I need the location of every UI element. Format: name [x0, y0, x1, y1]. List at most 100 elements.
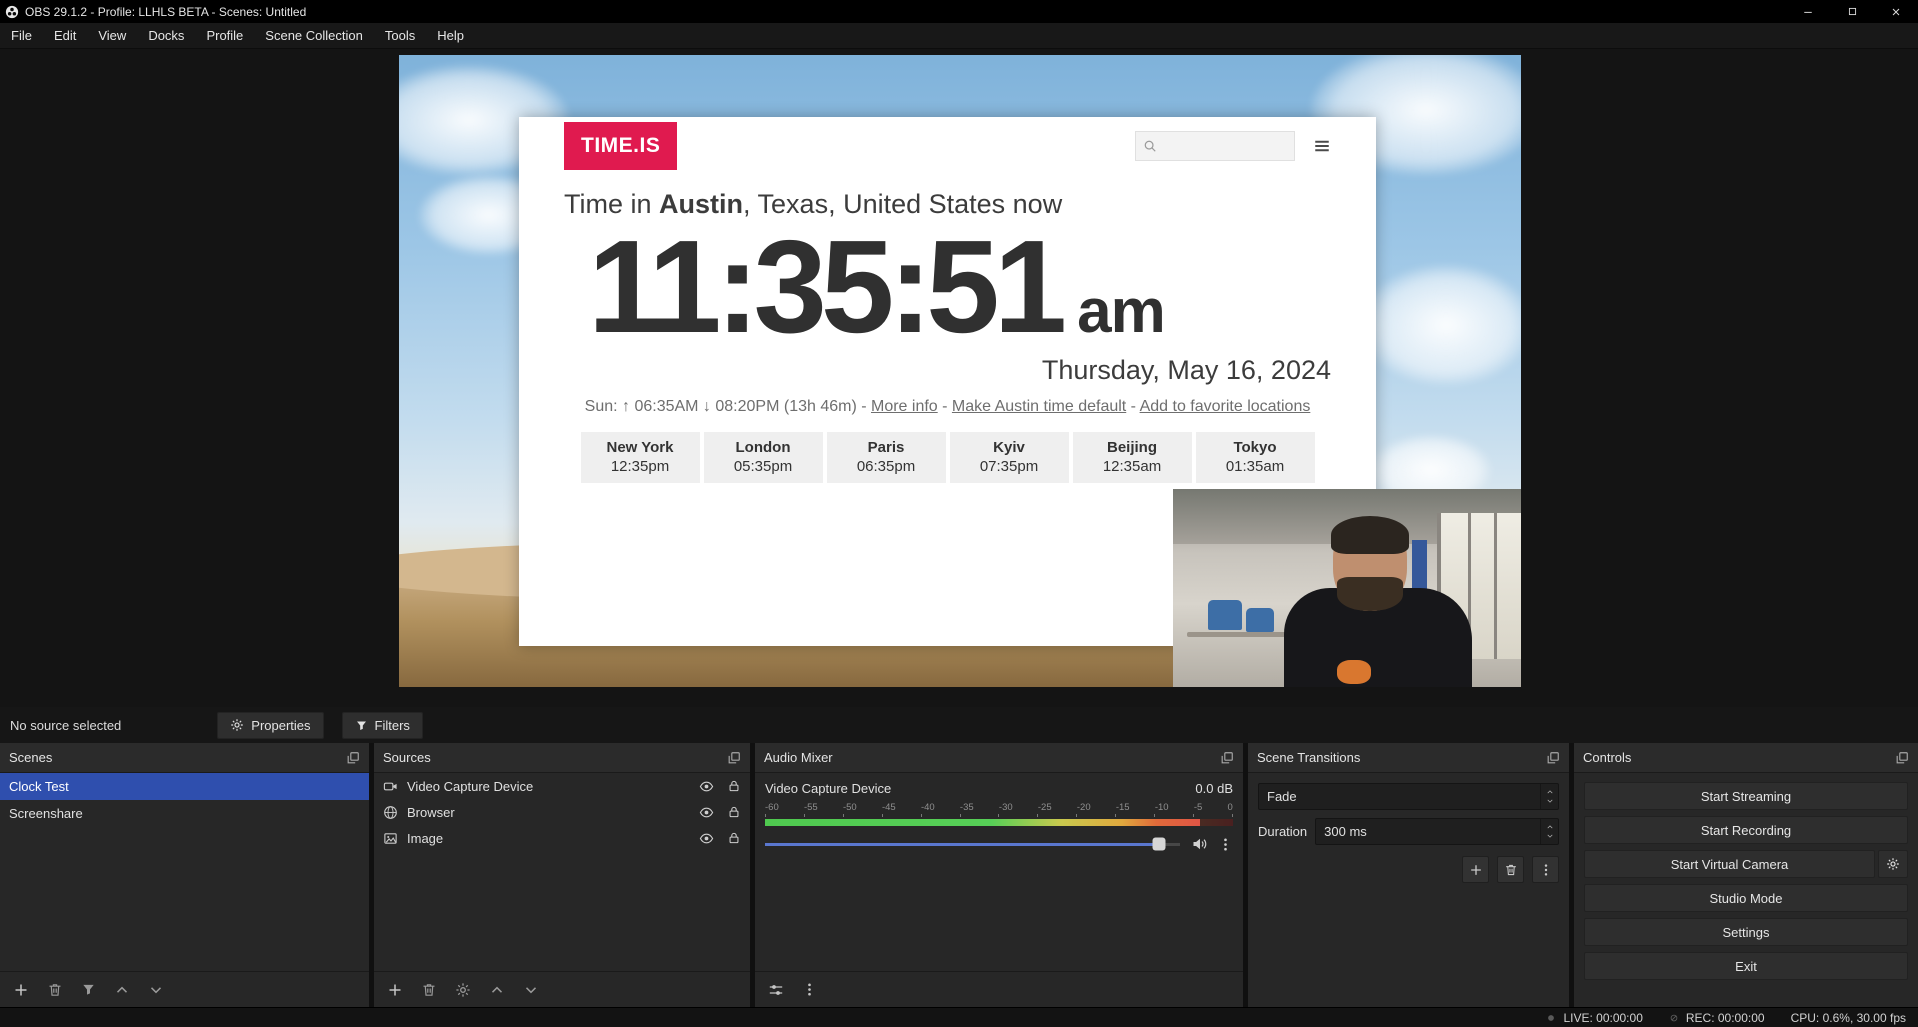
- scene-item-clock-test[interactable]: Clock Test: [0, 773, 369, 800]
- popout-icon[interactable]: [346, 751, 360, 765]
- visibility-toggle-icon[interactable]: [699, 831, 714, 846]
- lock-toggle-icon[interactable]: [727, 779, 741, 793]
- lock-toggle-icon[interactable]: [727, 805, 741, 819]
- city-name: Tokyo: [1196, 439, 1315, 456]
- visibility-toggle-icon[interactable]: [699, 805, 714, 820]
- source-label: Browser: [407, 805, 455, 820]
- sources-dock-header[interactable]: Sources: [374, 743, 750, 773]
- properties-label: Properties: [251, 718, 310, 733]
- remove-source-button[interactable]: [421, 982, 437, 998]
- city-time: 07:35pm: [950, 458, 1069, 475]
- menu-profile[interactable]: Profile: [195, 23, 254, 48]
- virtual-camera-settings-button[interactable]: [1878, 850, 1908, 878]
- close-button[interactable]: [1874, 0, 1918, 23]
- settings-button[interactable]: Settings: [1584, 918, 1908, 946]
- maximize-button[interactable]: [1830, 0, 1874, 23]
- start-virtual-camera-button[interactable]: Start Virtual Camera: [1584, 850, 1875, 878]
- controls-body: Start Streaming Start Recording Start Vi…: [1574, 773, 1918, 1007]
- move-source-up-button[interactable]: [489, 982, 505, 998]
- cloud: [1361, 265, 1521, 385]
- transitions-dock-header[interactable]: Scene Transitions: [1248, 743, 1569, 773]
- popout-icon[interactable]: [1895, 751, 1909, 765]
- menu-docks[interactable]: Docks: [137, 23, 195, 48]
- menu-view[interactable]: View: [87, 23, 137, 48]
- city-box: New York 12:35pm: [581, 432, 700, 483]
- volume-slider[interactable]: [765, 843, 1180, 846]
- popout-icon[interactable]: [727, 751, 741, 765]
- scenes-dock-title: Scenes: [9, 750, 52, 765]
- cpu-fps-stats: CPU: 0.6%, 30.00 fps: [1791, 1011, 1906, 1025]
- db-tick-label: -10: [1155, 802, 1169, 813]
- speaker-icon[interactable]: [1191, 836, 1207, 852]
- remove-transition-button[interactable]: [1497, 856, 1524, 883]
- db-tick-label: -60: [765, 802, 779, 813]
- transition-properties-button[interactable]: [1532, 856, 1559, 883]
- chevron-down-icon: [1546, 832, 1554, 840]
- preview-canvas[interactable]: TIME.IS Time in Austin, Texas, United St…: [399, 55, 1521, 687]
- menu-file[interactable]: File: [0, 23, 43, 48]
- source-properties-button[interactable]: [455, 982, 471, 998]
- move-scene-up-button[interactable]: [114, 982, 130, 998]
- filters-button[interactable]: Filters: [342, 712, 423, 739]
- audio-mixer-dock-header[interactable]: Audio Mixer: [755, 743, 1243, 773]
- scenes-dock-header[interactable]: Scenes: [0, 743, 369, 773]
- duration-field[interactable]: 300 ms: [1315, 818, 1559, 845]
- performance-stats: CPU: 0.6%, 30.00 fps: [1791, 1011, 1906, 1025]
- start-recording-button[interactable]: Start Recording: [1584, 816, 1908, 844]
- duration-stepper[interactable]: [1540, 819, 1558, 844]
- mixer-menu-button[interactable]: [802, 982, 817, 997]
- add-transition-button[interactable]: [1462, 856, 1489, 883]
- preview-area: TIME.IS Time in Austin, Texas, United St…: [0, 49, 1918, 707]
- move-scene-down-button[interactable]: [148, 982, 164, 998]
- dock-row: Scenes Clock Test Screenshare Sources: [0, 743, 1918, 1007]
- city-box: Tokyo 01:35am: [1196, 432, 1315, 483]
- volume-slider-fill: [765, 843, 1159, 846]
- search-icon: [1143, 139, 1157, 153]
- sources-dock: Sources Video Capture Device Browser: [374, 743, 750, 1007]
- minimize-button[interactable]: [1786, 0, 1830, 23]
- advanced-audio-button[interactable]: [768, 982, 784, 998]
- transition-stepper[interactable]: [1540, 784, 1558, 809]
- db-tick-label: -20: [1077, 802, 1091, 813]
- audio-level-fill: [765, 819, 1200, 826]
- scene-item-screenshare[interactable]: Screenshare: [0, 800, 369, 827]
- add-scene-button[interactable]: [13, 982, 29, 998]
- menu-help[interactable]: Help: [426, 23, 475, 48]
- city-name: Beijing: [1073, 439, 1192, 456]
- move-source-down-button[interactable]: [523, 982, 539, 998]
- world-cities-row: New York 12:35pm London 05:35pm Paris 06…: [564, 432, 1331, 483]
- transition-select[interactable]: Fade: [1258, 783, 1559, 810]
- lock-toggle-icon[interactable]: [727, 831, 741, 845]
- add-source-button[interactable]: [387, 982, 403, 998]
- db-tick-label: 0: [1228, 802, 1233, 813]
- chevron-up-icon: [1546, 788, 1554, 796]
- duration-label: Duration: [1258, 824, 1307, 839]
- remove-scene-button[interactable]: [47, 982, 63, 998]
- chevron-up-icon: [1546, 823, 1554, 831]
- start-streaming-button[interactable]: Start Streaming: [1584, 782, 1908, 810]
- window-mullion: [1494, 513, 1497, 660]
- mixer-options-icon[interactable]: [1218, 837, 1233, 852]
- db-tick-label: -35: [960, 802, 974, 813]
- controls-dock-title: Controls: [1583, 750, 1631, 765]
- source-item-video-capture[interactable]: Video Capture Device: [374, 773, 750, 799]
- city-box: Beijing 12:35am: [1073, 432, 1192, 483]
- exit-button[interactable]: Exit: [1584, 952, 1908, 980]
- popout-icon[interactable]: [1220, 751, 1234, 765]
- source-item-image[interactable]: Image: [374, 825, 750, 851]
- popout-icon[interactable]: [1546, 751, 1560, 765]
- live-time: LIVE: 00:00:00: [1563, 1011, 1642, 1025]
- volume-slider-handle[interactable]: [1153, 838, 1166, 851]
- menu-edit[interactable]: Edit: [43, 23, 87, 48]
- studio-mode-button[interactable]: Studio Mode: [1584, 884, 1908, 912]
- scene-filters-button[interactable]: [81, 982, 96, 997]
- controls-dock-header[interactable]: Controls: [1574, 743, 1918, 773]
- source-item-browser[interactable]: Browser: [374, 799, 750, 825]
- menu-tools[interactable]: Tools: [374, 23, 426, 48]
- obs-window: OBS 29.1.2 - Profile: LLHLS BETA - Scene…: [0, 0, 1918, 1027]
- globe-icon: [383, 805, 398, 820]
- menu-scene-collection[interactable]: Scene Collection: [254, 23, 374, 48]
- visibility-toggle-icon[interactable]: [699, 779, 714, 794]
- properties-button[interactable]: Properties: [217, 712, 323, 739]
- duration-value: 300 ms: [1316, 824, 1540, 839]
